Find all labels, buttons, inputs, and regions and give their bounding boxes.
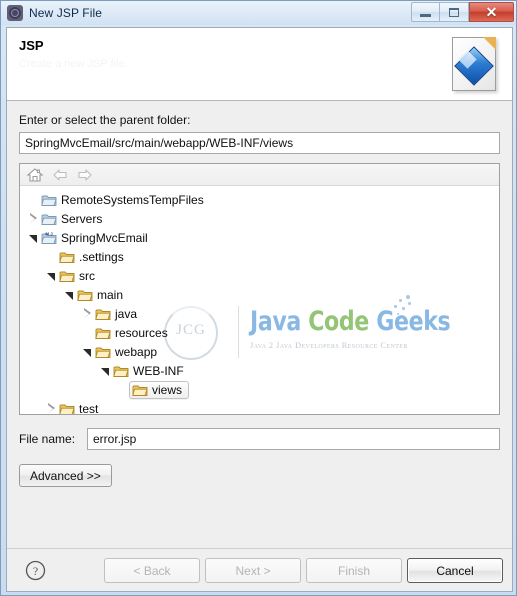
tree-item-test[interactable]: test: [20, 399, 499, 415]
tree-item-content: .settings: [59, 250, 124, 264]
chevron-down-icon[interactable]: [64, 289, 75, 300]
tree-item-content: Servers: [41, 212, 102, 226]
file-name-row: File name: error.jsp: [19, 428, 500, 450]
tree-item-label: SpringMvcEmail: [61, 230, 148, 245]
tree-item-label: java: [115, 306, 138, 321]
folder-maven-icon: M J: [41, 231, 57, 245]
tree-item-label: webapp: [115, 344, 158, 359]
tree-item-content: test: [59, 401, 99, 415]
minimize-button[interactable]: [411, 2, 440, 22]
cancel-button[interactable]: Cancel: [407, 558, 503, 583]
folder-yellow-icon: [113, 364, 129, 378]
tree-item-label: Servers: [61, 211, 103, 226]
folder-blue-icon: [41, 212, 57, 226]
tree-item-settings[interactable]: .settings: [20, 247, 499, 266]
tree-item-java[interactable]: java: [20, 304, 499, 323]
chevron-down-icon[interactable]: [28, 232, 39, 243]
tree-item-main[interactable]: main: [20, 285, 499, 304]
tree-item-springmvcemail[interactable]: M J SpringMvcEmail: [20, 228, 499, 247]
wizard-buttons: < Back Next > Finish Cancel: [104, 558, 503, 583]
tree-item-content: src: [59, 269, 95, 283]
folder-tree[interactable]: JCG Java Code Geeks Java 2 Java Develope…: [20, 186, 499, 414]
tree-item-label: main: [97, 287, 124, 302]
back-arrow-icon[interactable]: [51, 166, 69, 184]
parent-folder-label: Enter or select the parent folder:: [19, 113, 191, 127]
tree-item-label: views: [152, 382, 183, 397]
tree-toolbar: [20, 164, 499, 186]
dialog-content: Enter or select the parent folder: Sprin…: [7, 101, 512, 549]
tree-item-servers[interactable]: Servers: [20, 209, 499, 228]
next-button[interactable]: Next >: [205, 558, 301, 583]
chevron-right-icon[interactable]: [28, 213, 39, 224]
folder-yellow-icon: [59, 269, 75, 283]
folder-yellow-icon: [77, 288, 93, 302]
parent-folder-input[interactable]: SpringMvcEmail/src/main/webapp/WEB-INF/v…: [19, 132, 500, 154]
maximize-icon: [449, 7, 459, 17]
folder-yellow-icon: [59, 250, 75, 264]
folder-yellow-icon: [132, 383, 148, 397]
chevron-right-icon[interactable]: [46, 403, 57, 414]
help-icon[interactable]: ?: [25, 560, 46, 581]
page-title: JSP: [19, 38, 44, 53]
new-jsp-file-dialog: New JSP File ✕ JSP Create a new JSP file…: [0, 0, 517, 596]
jsp-file-icon: [448, 33, 500, 95]
tree-item-content: main: [77, 288, 123, 302]
tree-item-label: src: [79, 268, 95, 283]
folder-yellow-icon: [95, 307, 111, 321]
dialog-button-bar: ? < Back Next > Finish Cancel: [7, 548, 512, 591]
advanced-button[interactable]: Advanced >>: [19, 464, 112, 487]
home-icon[interactable]: [26, 166, 44, 184]
chevron-down-icon[interactable]: [46, 270, 57, 281]
tree-item-label: .settings: [79, 249, 124, 264]
tree-item-content: java: [95, 307, 137, 321]
finish-button[interactable]: Finish: [306, 558, 402, 583]
tree-item-web-inf[interactable]: WEB-INF: [20, 361, 499, 380]
window-title: New JSP File: [29, 6, 103, 20]
chevron-down-icon[interactable]: [82, 346, 93, 357]
chevron-right-icon[interactable]: [82, 308, 93, 319]
eclipse-gear-icon: [7, 5, 23, 21]
dialog-plate: JSP Create a new JSP file. Enter or sele…: [6, 27, 513, 592]
back-button[interactable]: < Back: [104, 558, 200, 583]
folder-yellow-icon: [95, 345, 111, 359]
folder-yellow-icon: [59, 402, 75, 414]
chevron-down-icon[interactable]: [100, 365, 111, 376]
file-name-input[interactable]: error.jsp: [87, 428, 500, 450]
tree-item-content: WEB-INF: [113, 364, 184, 378]
tree-item-label: RemoteSystemsTempFiles: [61, 192, 204, 207]
close-icon: ✕: [485, 4, 498, 20]
folder-blue-icon: [41, 193, 57, 207]
page-description: Create a new JSP file.: [19, 58, 128, 70]
tree-rows: RemoteSystemsTempFiles Servers M J SpringMv…: [20, 190, 499, 415]
close-button[interactable]: ✕: [469, 2, 514, 22]
tree-item-content: views: [129, 380, 190, 399]
tree-item-views[interactable]: views: [20, 380, 499, 399]
minimize-icon: [420, 13, 431, 17]
tree-item-label: test: [79, 401, 99, 415]
window-controls: ✕: [411, 2, 514, 22]
maximize-button[interactable]: [440, 2, 469, 22]
tree-item-label: resources: [115, 325, 168, 340]
title-bar: New JSP File ✕: [1, 1, 516, 25]
tree-item-label: WEB-INF: [133, 363, 184, 378]
tree-item-resources[interactable]: resources: [20, 323, 499, 342]
tree-item-src[interactable]: src: [20, 266, 499, 285]
file-name-label: File name:: [19, 432, 76, 446]
forward-arrow-icon[interactable]: [76, 166, 94, 184]
folder-yellow-icon: [95, 326, 111, 340]
tree-item-webapp[interactable]: webapp: [20, 342, 499, 361]
tree-item-content: RemoteSystemsTempFiles: [41, 193, 204, 207]
tree-item-content: resources: [95, 326, 168, 340]
dialog-header: JSP Create a new JSP file.: [7, 28, 512, 101]
svg-text:?: ?: [33, 564, 38, 578]
svg-text:M J: M J: [45, 231, 53, 236]
tree-item-remotesystemstempfiles[interactable]: RemoteSystemsTempFiles: [20, 190, 499, 209]
tree-item-content: webapp: [95, 345, 157, 359]
tree-item-content: M J SpringMvcEmail: [41, 231, 148, 245]
folder-tree-panel: JCG Java Code Geeks Java 2 Java Develope…: [19, 163, 500, 415]
